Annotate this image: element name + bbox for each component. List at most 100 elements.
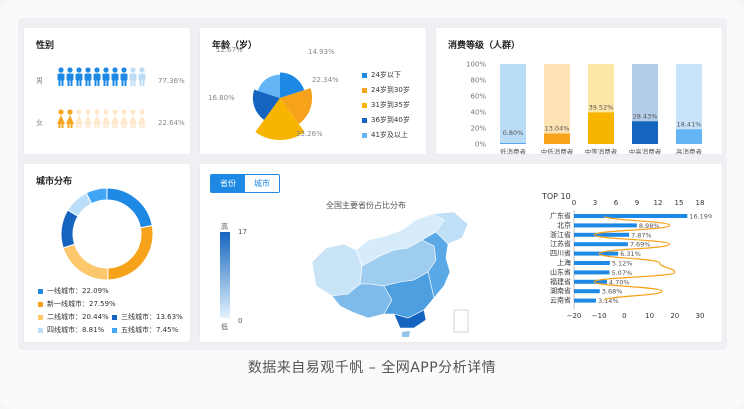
- top10-category-label: 湖南省: [550, 286, 571, 295]
- male-icon: [66, 67, 74, 86]
- top10-bar[interactable]: [574, 279, 607, 284]
- region-card: 省份 城市 全国主要省份占比分布 高 低 17 0 TOP 10 0 3 6 9 12 1…: [200, 164, 722, 342]
- city-legend-3: 二线城市：20.44%: [38, 312, 109, 322]
- dashboard: 性别 男 女 77.36% 22.64% 年龄（岁） 14.93% 22.34% 3…: [18, 18, 727, 350]
- china-map[interactable]: [304, 210, 474, 340]
- top10-bottom-tick: −10: [592, 312, 607, 320]
- map-hainan-region[interactable]: [402, 331, 410, 337]
- top10-top-tick: 9: [635, 199, 639, 207]
- consume-bar[interactable]: [632, 121, 658, 144]
- consume-tick: 0%: [475, 141, 486, 149]
- age-legend-item: 24岁以下: [362, 70, 410, 80]
- legend-swatch: [38, 327, 43, 333]
- legend-swatch: [112, 314, 117, 320]
- top10-category-label: 北京: [557, 220, 571, 229]
- consume-bar-chart: 0% 20% 40% 60% 80% 100% 0.80% 低消费者 13.04% 中低消费者 39…: [466, 61, 703, 155]
- consume-tick: 40%: [470, 109, 486, 117]
- tab-city[interactable]: 城市: [245, 175, 279, 192]
- top10-bar[interactable]: [574, 232, 630, 237]
- consume-bar[interactable]: [544, 133, 570, 144]
- city-legend-1: 一线城市：22.09%: [38, 286, 109, 296]
- consume-card: 消费等级（人群） 0% 20% 40% 60% 80% 100% 0.80% 低消费者 13.0…: [436, 28, 722, 154]
- top10-bar[interactable]: [574, 242, 628, 247]
- gender-icons: [57, 67, 146, 128]
- city-legend-5: 四线城市：8.81%: [38, 325, 104, 335]
- top10-top-tick: 0: [572, 199, 576, 207]
- city-legend-2: 新一线城市：27.59%: [38, 299, 116, 309]
- female-icon: [129, 109, 137, 128]
- legend-swatch: [362, 72, 367, 78]
- top10-bar[interactable]: [574, 270, 610, 275]
- top10-value-label: 16.19%: [689, 213, 712, 221]
- top10-bottom-tick: 30: [696, 312, 705, 320]
- female-icon: [138, 109, 146, 128]
- top10-category-label: 浙江省: [550, 230, 571, 239]
- consume-bar[interactable]: [500, 143, 526, 144]
- male-pct: 77.36%: [158, 77, 185, 85]
- age-legend-item: 31岁到35岁: [362, 100, 410, 110]
- consume-category-label: 中低消费者: [541, 147, 574, 154]
- top10-bar[interactable]: [574, 289, 600, 294]
- legend-swatch: [38, 288, 43, 294]
- top10-value-label: 5.07%: [611, 269, 632, 277]
- legend-label: 36岁到40岁: [371, 116, 410, 124]
- female-icon: [111, 109, 119, 128]
- city-slice[interactable]: [60, 209, 79, 249]
- top10-value-label: 5.12%: [612, 260, 633, 268]
- top10-category-label: 山东省: [550, 267, 571, 276]
- city-legend-4: 三线城市：13.63%: [112, 312, 183, 322]
- male-icon: [75, 67, 83, 86]
- consume-category-label: 高消费者: [676, 147, 703, 154]
- age-legend-item: 36岁到40岁: [362, 115, 410, 125]
- female-icon: [102, 109, 110, 128]
- legend-swatch: [362, 117, 367, 123]
- city-legend-6: 五线城市：7.45%: [112, 325, 178, 335]
- consume-bar[interactable]: [588, 112, 614, 144]
- consume-category-label: 中高消费者: [629, 147, 662, 154]
- consume-value-label: 18.41%: [677, 120, 702, 128]
- city-slice[interactable]: [62, 243, 109, 281]
- top10-bar[interactable]: [574, 223, 637, 228]
- top10-category-label: 云南省: [550, 296, 571, 305]
- consume-value-label: 13.04%: [545, 125, 570, 133]
- legend-label: 41岁及以上: [371, 131, 408, 139]
- consume-value-label: 0.80%: [503, 129, 524, 137]
- scale-max-label: 17: [238, 228, 247, 236]
- female-icon: [57, 109, 65, 128]
- top10-category-label: 江苏省: [550, 239, 571, 248]
- legend-label: 三线城市：13.63%: [121, 313, 183, 321]
- top10-bar[interactable]: [574, 261, 610, 265]
- consume-tick: 60%: [470, 93, 486, 101]
- city-slice[interactable]: [107, 225, 154, 281]
- male-icon: [93, 67, 101, 86]
- city-slice[interactable]: [106, 187, 153, 229]
- top10-value-label: 7.87%: [631, 231, 652, 239]
- top10-top-tick: 12: [654, 199, 663, 207]
- male-icon: [111, 67, 119, 86]
- female-icon: [66, 109, 74, 128]
- top10-bar[interactable]: [574, 251, 619, 256]
- tab-province[interactable]: 省份: [211, 175, 245, 192]
- scale-low-label: 低: [221, 323, 228, 331]
- legend-label: 五线城市：7.45%: [121, 326, 179, 334]
- map-scale-bar: [220, 232, 230, 318]
- top10-bar[interactable]: [574, 214, 688, 218]
- legend-swatch: [112, 327, 117, 333]
- top10-top-tick: 3: [593, 199, 597, 207]
- legend-label: 一线城市：22.09%: [47, 287, 109, 295]
- caption: 数据来自易观千帆 – 全网APP分析详情: [247, 360, 497, 376]
- top10-bar[interactable]: [574, 298, 596, 303]
- city-card: 城市分布 一线城市：22.09% 新一线城市：27.59% 二线城市：20.44…: [24, 164, 190, 342]
- top10-value-label: 6.31%: [620, 250, 641, 258]
- consume-bar[interactable]: [676, 129, 702, 144]
- consume-value-label: 28.43%: [633, 112, 658, 120]
- legend-swatch: [362, 87, 367, 93]
- consume-category-label: 中等消费者: [585, 147, 618, 154]
- age-slice-label: 14.93%: [308, 48, 335, 56]
- female-icon: [84, 109, 92, 128]
- legend-label: 四线城市：8.81%: [47, 326, 105, 334]
- age-slice-label: 22.34%: [312, 76, 339, 84]
- legend-label: 二线城市：20.44%: [47, 313, 109, 321]
- region-tabs: 省份 城市: [210, 174, 280, 193]
- legend-swatch: [362, 132, 367, 138]
